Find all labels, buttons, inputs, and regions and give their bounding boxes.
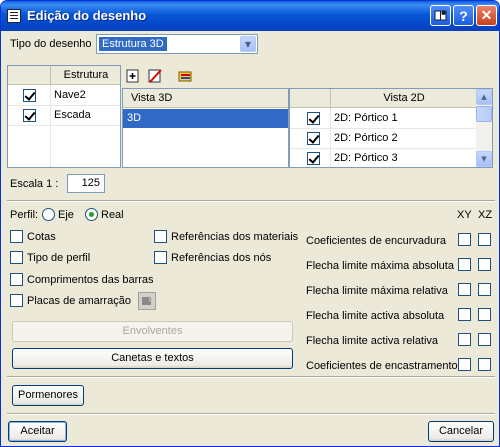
list-item[interactable]: Escada [8, 106, 120, 125]
help-button[interactable]: ? [453, 5, 474, 26]
canetas-button[interactable]: Canetas e textos [12, 348, 293, 369]
right-option-label: Flecha limite máxima absoluta [306, 260, 454, 272]
vista3d-list[interactable]: Vista 3D 3D [122, 88, 289, 168]
cancelar-button[interactable]: Cancelar [428, 421, 494, 442]
tipo-perfil-label: Tipo de perfil [27, 252, 91, 264]
scroll-up-icon[interactable]: ▲ [476, 89, 492, 105]
right-option-label: Flecha limite activa absoluta [306, 310, 445, 322]
pormenores-button[interactable]: Pormenores [12, 385, 84, 406]
vista2d-checkbox-1[interactable] [307, 132, 320, 145]
drawing-type-value: Estrutura 3D [99, 37, 167, 51]
dialog-window: Edição do desenho ? ✕ Tipo do desenho Es… [0, 0, 500, 447]
scroll-thumb[interactable] [476, 106, 492, 122]
flecha-max-abs-xz-checkbox[interactable] [478, 258, 491, 271]
vista3d-header: Vista 3D [123, 89, 288, 108]
encurvadura-xy-checkbox[interactable] [458, 233, 471, 246]
xz-column-header: XZ [478, 209, 493, 221]
cotas-checkbox[interactable] [10, 230, 23, 243]
right-option-label: Flecha limite máxima relativa [306, 285, 448, 297]
drawing-type-select[interactable]: Estrutura 3D ▼ [96, 34, 258, 54]
encastramento-xz-checkbox[interactable] [478, 358, 491, 371]
delete-view-icon[interactable] [147, 68, 163, 84]
list-item[interactable]: 3D [123, 109, 288, 128]
envolventes-button[interactable]: Envolventes [12, 321, 293, 342]
window-title: Edição do desenho [27, 8, 147, 23]
right-option-label: Flecha limite activa relativa [306, 335, 439, 347]
encastramento-xy-checkbox[interactable] [458, 358, 471, 371]
list-item[interactable]: 2D: Pórtico 2 [290, 129, 476, 148]
chevron-down-icon[interactable]: ▼ [240, 36, 256, 52]
placas-label: Placas de amarração [27, 295, 131, 307]
right-option-label: Coeficientes de encastramento [306, 360, 458, 372]
list-item[interactable]: 2D: Pórtico 3 [290, 149, 476, 167]
list-item[interactable]: 2D: Pórtico 1 [290, 109, 476, 128]
vista2d-list[interactable]: Vista 2D 2D: Pórtico 1 2D: Pórtico 2 2D:… [289, 88, 493, 168]
ref-materiais-label: Referências dos materiais [171, 231, 299, 243]
perfil-radio-eje[interactable] [42, 208, 55, 221]
perfil-real-label: Real [101, 209, 124, 221]
placas-settings-icon[interactable] [138, 292, 156, 310]
right-option-label: Coeficientes de encurvadura [306, 235, 447, 247]
vista2d-header: Vista 2D [290, 89, 476, 108]
comprimentos-label: Comprimentos das barras [27, 274, 154, 286]
estrutura-header: Estrutura [8, 66, 120, 85]
aceitar-button[interactable]: Aceitar [8, 421, 67, 442]
flecha-max-abs-xy-checkbox[interactable] [458, 258, 471, 271]
divider [7, 200, 495, 202]
book-help-icon[interactable] [430, 5, 451, 26]
ref-nos-label: Referências dos nós [171, 252, 272, 264]
close-button[interactable]: ✕ [476, 5, 497, 26]
title-bar[interactable]: Edição do desenho ? ✕ [1, 1, 499, 31]
flecha-activa-abs-xy-checkbox[interactable] [458, 308, 471, 321]
vista2d-checkbox-2[interactable] [307, 152, 320, 165]
placas-checkbox[interactable] [10, 294, 23, 307]
add-view-icon[interactable] [125, 68, 141, 84]
perfil-radio-real[interactable] [85, 208, 98, 221]
estrutura-checkbox-0[interactable] [23, 89, 36, 102]
vista2d-scrollbar[interactable]: ▲ ▼ [476, 89, 492, 167]
escala-input[interactable]: 125 [67, 174, 105, 193]
edit-view-icon[interactable] [178, 68, 194, 84]
divider [7, 376, 495, 378]
vista2d-checkbox-0[interactable] [307, 112, 320, 125]
app-icon [7, 9, 21, 23]
flecha-max-rel-xy-checkbox[interactable] [458, 283, 471, 296]
perfil-eje-label: Eje [58, 209, 74, 221]
scroll-down-icon[interactable]: ▼ [476, 151, 492, 167]
flecha-activa-rel-xy-checkbox[interactable] [458, 333, 471, 346]
escala-label: Escala 1 : [10, 178, 59, 190]
divider [7, 413, 495, 415]
flecha-max-rel-xz-checkbox[interactable] [478, 283, 491, 296]
flecha-activa-rel-xz-checkbox[interactable] [478, 333, 491, 346]
xy-column-header: XY [457, 209, 472, 221]
encurvadura-xz-checkbox[interactable] [478, 233, 491, 246]
ref-nos-checkbox[interactable] [154, 251, 167, 264]
list-item[interactable]: Nave2 [8, 86, 120, 105]
drawing-type-label: Tipo do desenho [10, 38, 92, 50]
comprimentos-checkbox[interactable] [10, 273, 23, 286]
perfil-label: Perfil: [10, 209, 39, 221]
ref-materiais-checkbox[interactable] [154, 230, 167, 243]
estrutura-checkbox-1[interactable] [23, 109, 36, 122]
tipo-perfil-checkbox[interactable] [10, 251, 23, 264]
flecha-activa-abs-xz-checkbox[interactable] [478, 308, 491, 321]
cotas-label: Cotas [27, 231, 56, 243]
estrutura-list[interactable]: Estrutura Nave2 Escada [7, 65, 121, 168]
